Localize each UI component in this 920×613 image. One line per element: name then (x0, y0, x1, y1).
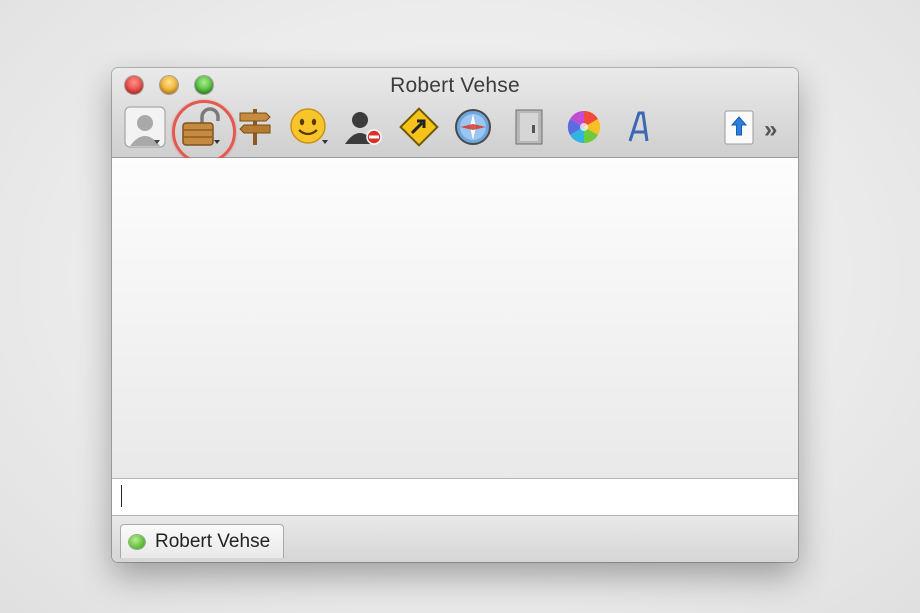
toolbar-overflow-button[interactable]: » (764, 116, 777, 144)
share-icon[interactable] (718, 106, 760, 148)
chat-transcript[interactable] (112, 158, 798, 478)
color-wheel-icon[interactable] (563, 106, 605, 148)
signpost-icon[interactable] (234, 106, 276, 148)
font-icon[interactable] (617, 106, 659, 148)
block-user-icon[interactable] (342, 106, 384, 148)
message-input[interactable] (112, 478, 798, 516)
door-icon[interactable] (508, 106, 550, 148)
tab-label: Robert Vehse (155, 530, 271, 552)
chat-window: Robert Vehse » Robert Vehse (112, 68, 798, 562)
text-cursor (121, 485, 122, 507)
compass-icon[interactable] (452, 106, 494, 148)
smiley-icon[interactable] (288, 106, 330, 148)
status-online-icon (129, 534, 145, 549)
avatar-icon[interactable] (124, 106, 166, 148)
window-titlebar: Robert Vehse » (112, 68, 798, 164)
lock-icon[interactable] (180, 106, 222, 148)
tab-bar: Robert Vehse (112, 516, 798, 562)
send-file-icon[interactable] (398, 106, 440, 148)
window-title: Robert Vehse (390, 74, 520, 97)
tab-robert-vehse[interactable]: Robert Vehse (120, 524, 284, 558)
